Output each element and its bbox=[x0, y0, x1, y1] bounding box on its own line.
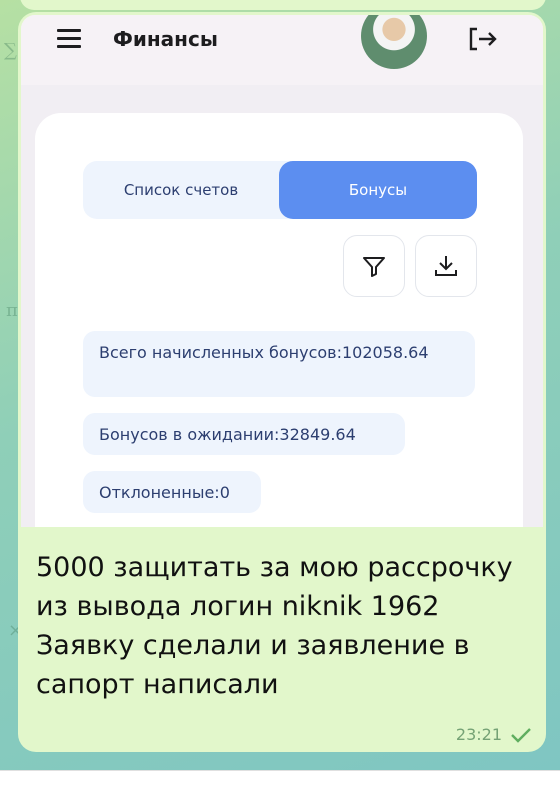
download-icon bbox=[435, 256, 457, 276]
logout-icon[interactable] bbox=[467, 25, 501, 53]
app-title: Финансы bbox=[113, 27, 218, 51]
tab-accounts-list[interactable]: Список счетов bbox=[83, 161, 279, 219]
attached-screenshot[interactable]: Финансы Список счетов Бонусы Всего начис… bbox=[21, 15, 543, 527]
filter-button[interactable] bbox=[343, 235, 405, 297]
check-icon bbox=[511, 727, 531, 743]
previous-message-bubble bbox=[20, 0, 546, 10]
message-meta: 23:21 bbox=[456, 725, 532, 744]
message-input-bar[interactable] bbox=[0, 770, 560, 800]
pending-bonuses-stat: Бонусов в ожидании:32849.64 bbox=[83, 413, 405, 455]
rejected-bonuses-stat: Отклоненные:0 bbox=[83, 471, 261, 513]
bonuses-card: Список счетов Бонусы Всего начисленных б… bbox=[35, 113, 523, 527]
tab-bonuses[interactable]: Бонусы bbox=[279, 161, 477, 219]
message-text: 5000 защитать за мою рассрочку из вывода… bbox=[36, 552, 513, 700]
hamburger-menu-icon[interactable] bbox=[57, 29, 81, 49]
tab-switcher: Список счетов Бонусы bbox=[83, 161, 477, 219]
user-avatar[interactable] bbox=[361, 15, 427, 69]
message-time: 23:21 bbox=[455, 725, 502, 744]
doodle: π bbox=[6, 300, 18, 321]
total-bonuses-stat: Всего начисленных бонусов:102058.64 bbox=[83, 331, 475, 397]
filter-icon bbox=[363, 257, 385, 277]
doodle: ∑ bbox=[4, 40, 17, 61]
message-bubble[interactable]: Финансы Список счетов Бонусы Всего начис… bbox=[18, 12, 546, 752]
app-header: Финансы bbox=[21, 15, 543, 85]
download-button[interactable] bbox=[415, 235, 477, 297]
